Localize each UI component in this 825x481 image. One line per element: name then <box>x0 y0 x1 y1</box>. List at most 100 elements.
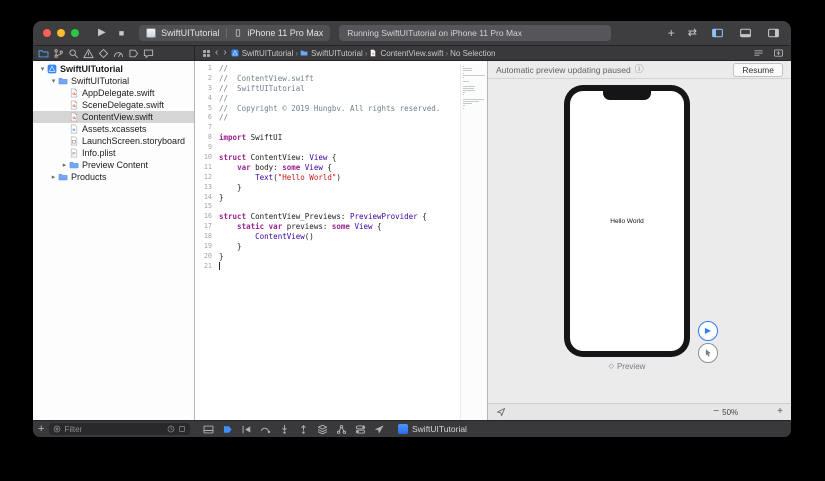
line-number[interactable]: 16 <box>195 212 217 222</box>
code-line[interactable]: 2// ContentView.swift <box>195 74 487 84</box>
code-area[interactable]: 1//2// ContentView.swift3// SwiftUITutor… <box>195 64 487 272</box>
library-add-icon[interactable]: + <box>668 27 675 39</box>
step-over-icon[interactable] <box>260 424 271 435</box>
run-button[interactable]: ▶ <box>98 28 106 38</box>
minimize-button[interactable] <box>57 29 65 37</box>
tests-icon[interactable] <box>98 48 109 59</box>
breadcrumb-item[interactable]: SwiftUITutorial <box>231 49 294 58</box>
breadcrumb-item[interactable]: SwiftUITutorial <box>300 49 363 58</box>
continue-icon[interactable] <box>241 424 252 435</box>
source-editor[interactable]: 1//2// ContentView.swift3// SwiftUITutor… <box>195 61 487 420</box>
line-number[interactable]: 3 <box>195 84 217 94</box>
code-line[interactable]: 18 ContentView() <box>195 232 487 242</box>
inspector-panel-toggle[interactable] <box>766 27 781 39</box>
line-number[interactable]: 20 <box>195 252 217 262</box>
code-line[interactable]: 16struct ContentView_Previews: PreviewPr… <box>195 212 487 222</box>
simulate-location-icon[interactable] <box>374 424 385 435</box>
source-control-icon[interactable] <box>53 48 64 59</box>
line-number[interactable]: 1 <box>195 64 217 74</box>
forward-button[interactable]: › <box>223 48 226 58</box>
step-into-icon[interactable] <box>279 424 290 435</box>
line-number[interactable]: 15 <box>195 202 217 212</box>
add-editor-icon[interactable] <box>773 48 784 58</box>
tree-item[interactable]: LaunchScreen.storyboard <box>33 135 194 147</box>
run-destination[interactable]: iPhone 11 Pro Max <box>247 28 323 38</box>
tree-item[interactable]: ▸Preview Content <box>33 159 194 171</box>
live-preview-button[interactable]: ▶ <box>698 321 718 341</box>
code-line[interactable]: 5// Copyright © 2019 Hungbv. All rights … <box>195 104 487 114</box>
stop-button[interactable]: ■ <box>119 29 124 38</box>
line-number[interactable]: 5 <box>195 104 217 114</box>
line-number[interactable]: 19 <box>195 242 217 252</box>
back-button[interactable]: ‹ <box>215 48 218 58</box>
code-line[interactable]: 10struct ContentView: View { <box>195 153 487 163</box>
code-line[interactable]: 12 Text("Hello World") <box>195 173 487 183</box>
code-line[interactable]: 7 <box>195 123 487 133</box>
disclosure-triangle[interactable]: ▸ <box>60 162 69 169</box>
view-hierarchy-icon[interactable] <box>317 424 328 435</box>
zoom-in-button[interactable]: + <box>777 407 783 417</box>
editor-options-icon[interactable] <box>753 48 764 58</box>
code-line[interactable]: 20} <box>195 252 487 262</box>
project-navigator-icon[interactable] <box>38 48 49 59</box>
code-review-icon[interactable]: ⇄ <box>688 28 697 39</box>
code-line[interactable]: 13 } <box>195 183 487 193</box>
line-number[interactable]: 11 <box>195 163 217 173</box>
minimap[interactable] <box>460 64 487 420</box>
info-icon[interactable]: ⓘ <box>635 65 644 74</box>
scheme-selector[interactable]: SwiftUITutorial iPhone 11 Pro Max <box>139 25 330 41</box>
zoom-out-button[interactable]: − <box>713 407 719 417</box>
recent-files-clock-icon[interactable] <box>167 425 175 433</box>
tree-item[interactable]: ▾SwiftUITutorial <box>33 75 194 87</box>
tree-item[interactable]: ▾SwiftUITutorial <box>33 63 194 75</box>
line-number[interactable]: 14 <box>195 193 217 203</box>
tree-item[interactable]: AppDelegate.swift <box>33 87 194 99</box>
disclosure-triangle[interactable]: ▾ <box>38 66 47 73</box>
memory-graph-icon[interactable] <box>336 424 347 435</box>
line-number[interactable]: 17 <box>195 222 217 232</box>
tree-item[interactable]: SceneDelegate.swift <box>33 99 194 111</box>
line-number[interactable]: 12 <box>195 173 217 183</box>
filter-input[interactable] <box>64 425 164 434</box>
line-number[interactable]: 9 <box>195 143 217 153</box>
line-number[interactable]: 6 <box>195 113 217 123</box>
code-line[interactable]: 15 <box>195 202 487 212</box>
pin-diamond-icon[interactable]: ◇ <box>609 363 614 370</box>
add-file-button[interactable]: + <box>38 424 44 435</box>
breadcrumb-item[interactable]: No Selection <box>450 49 495 58</box>
line-number[interactable]: 2 <box>195 74 217 84</box>
reports-icon[interactable] <box>143 48 154 59</box>
debug-navigator-icon[interactable] <box>113 48 124 59</box>
close-button[interactable] <box>43 29 51 37</box>
filter-field[interactable] <box>49 423 190 435</box>
line-number[interactable]: 4 <box>195 94 217 104</box>
line-number[interactable]: 18 <box>195 232 217 242</box>
zoom-button[interactable] <box>71 29 79 37</box>
code-line[interactable]: 21 <box>195 262 487 272</box>
tree-item[interactable]: ContentView.swift <box>33 111 194 123</box>
code-line[interactable]: 8import SwiftUI <box>195 133 487 143</box>
debug-area-toggle-icon[interactable] <box>203 424 214 435</box>
breadcrumb-item[interactable]: ContentView.swift <box>369 49 443 58</box>
search-icon[interactable] <box>68 48 79 59</box>
scheme-name[interactable]: SwiftUITutorial <box>161 28 219 38</box>
code-line[interactable]: 6// <box>195 113 487 123</box>
line-number[interactable]: 7 <box>195 123 217 133</box>
running-process[interactable]: SwiftUITutorial <box>398 424 467 434</box>
breakpoints-icon[interactable] <box>128 48 139 59</box>
code-line[interactable]: 1// <box>195 64 487 74</box>
scm-status-icon[interactable] <box>178 425 186 433</box>
code-line[interactable]: 19 } <box>195 242 487 252</box>
line-number[interactable]: 10 <box>195 153 217 163</box>
line-number[interactable]: 13 <box>195 183 217 193</box>
breakpoints-toggle-icon[interactable] <box>222 424 233 435</box>
related-items-icon[interactable] <box>202 49 211 58</box>
environment-overrides-icon[interactable] <box>355 424 366 435</box>
code-line[interactable]: 4// <box>195 94 487 104</box>
debug-panel-toggle[interactable] <box>738 27 753 39</box>
line-number[interactable]: 8 <box>195 133 217 143</box>
tree-item[interactable]: Info.plist <box>33 147 194 159</box>
resume-button[interactable]: Resume <box>733 63 783 77</box>
inspect-preview-button[interactable] <box>698 343 718 363</box>
line-number[interactable]: 21 <box>195 262 217 272</box>
